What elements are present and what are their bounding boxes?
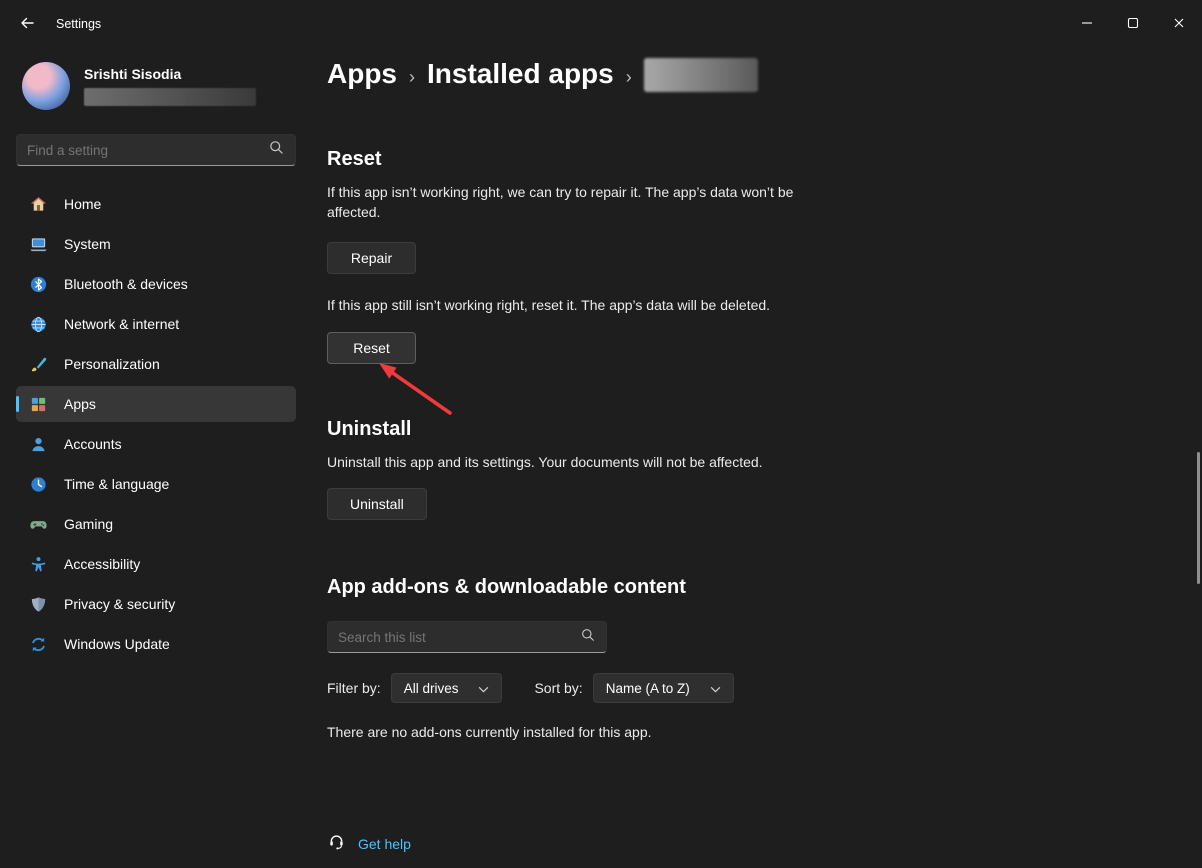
back-button[interactable]	[8, 8, 46, 40]
get-help-link[interactable]: Get help	[327, 832, 411, 856]
repair-button[interactable]: Repair	[327, 242, 416, 274]
filter-by-label: Filter by:	[327, 680, 381, 696]
minimize-icon	[1081, 17, 1093, 32]
sidebar-item-label: Network & internet	[64, 316, 179, 332]
sidebar-item-label: Accounts	[64, 436, 122, 452]
sort-dropdown-value: Name (A to Z)	[606, 681, 690, 696]
personalization-brush-icon	[28, 354, 48, 374]
clock-icon	[28, 474, 48, 494]
avatar	[22, 62, 70, 110]
gamepad-icon	[28, 514, 48, 534]
scrollbar-thumb[interactable]	[1197, 452, 1200, 584]
close-icon	[1173, 17, 1185, 32]
addons-section-heading: App add-ons & downloadable content	[327, 576, 1178, 599]
chevron-down-icon	[710, 681, 721, 696]
sidebar-item-bluetooth[interactable]: Bluetooth & devices	[16, 266, 296, 302]
sidebar-item-accounts[interactable]: Accounts	[16, 426, 296, 462]
maximize-icon	[1127, 17, 1139, 32]
breadcrumb: Apps › Installed apps ›	[327, 56, 1178, 92]
breadcrumb-installed-apps[interactable]: Installed apps	[427, 58, 614, 90]
addons-search-input[interactable]	[338, 630, 580, 645]
sidebar-item-label: System	[64, 236, 111, 252]
sidebar: Srishti Sisodia Home System Bluetooth & …	[0, 48, 312, 868]
update-arrows-icon	[28, 634, 48, 654]
search-icon	[580, 627, 596, 648]
sidebar-item-label: Home	[64, 196, 101, 212]
sidebar-item-system[interactable]: System	[16, 226, 296, 262]
titlebar: Settings	[0, 0, 1202, 48]
repair-description: If this app isn’t working right, we can …	[327, 183, 799, 222]
sidebar-item-personalization[interactable]: Personalization	[16, 346, 296, 382]
window-controls	[1064, 0, 1202, 48]
breadcrumb-separator: ›	[409, 61, 415, 88]
settings-window: Settings Srishti Sisodia	[0, 0, 1202, 868]
redacted-email	[84, 88, 256, 106]
filter-dropdown[interactable]: All drives	[391, 673, 503, 703]
sidebar-item-windows-update[interactable]: Windows Update	[16, 626, 296, 662]
sidebar-item-label: Apps	[64, 396, 96, 412]
main-content: Apps › Installed apps › Reset If this ap…	[327, 48, 1178, 868]
chevron-down-icon	[478, 681, 489, 696]
reset-description: If this app still isn’t working right, r…	[327, 296, 957, 316]
sidebar-item-label: Windows Update	[64, 636, 170, 652]
shield-icon	[28, 594, 48, 614]
get-help-headset-icon	[327, 832, 346, 856]
sidebar-item-home[interactable]: Home	[16, 186, 296, 222]
home-icon	[28, 194, 48, 214]
profile-info: Srishti Sisodia	[84, 66, 256, 106]
uninstall-description: Uninstall this app and its settings. You…	[327, 453, 957, 473]
accessibility-icon	[28, 554, 48, 574]
minimize-button[interactable]	[1064, 0, 1110, 48]
uninstall-section-heading: Uninstall	[327, 418, 1178, 441]
sidebar-item-accessibility[interactable]: Accessibility	[16, 546, 296, 582]
sidebar-item-apps[interactable]: Apps	[16, 386, 296, 422]
system-icon	[28, 234, 48, 254]
sidebar-item-privacy[interactable]: Privacy & security	[16, 586, 296, 622]
sidebar-item-label: Personalization	[64, 356, 160, 372]
reset-section-heading: Reset	[327, 148, 1178, 171]
apps-icon	[28, 394, 48, 414]
user-profile[interactable]: Srishti Sisodia	[22, 62, 296, 110]
close-button[interactable]	[1156, 0, 1202, 48]
sidebar-item-label: Time & language	[64, 476, 169, 492]
addons-search-box	[327, 621, 607, 653]
redacted-app-name	[644, 58, 758, 92]
filter-dropdown-value: All drives	[404, 681, 459, 696]
sort-dropdown[interactable]: Name (A to Z)	[593, 673, 734, 703]
search-input[interactable]	[27, 143, 268, 158]
sidebar-item-time-language[interactable]: Time & language	[16, 466, 296, 502]
get-help-label: Get help	[358, 836, 411, 852]
sidebar-item-label: Privacy & security	[64, 596, 175, 612]
filter-sort-row: Filter by: All drives Sort by: Name (A t…	[327, 673, 1178, 703]
maximize-button[interactable]	[1110, 0, 1156, 48]
sidebar-item-label: Gaming	[64, 516, 113, 532]
reset-button[interactable]: Reset	[327, 332, 416, 364]
sidebar-nav: Home System Bluetooth & devices Network …	[16, 186, 296, 662]
accounts-person-icon	[28, 434, 48, 454]
app-title: Settings	[56, 17, 101, 31]
sidebar-item-network[interactable]: Network & internet	[16, 306, 296, 342]
network-globe-icon	[28, 314, 48, 334]
back-arrow-icon	[19, 15, 35, 34]
bluetooth-icon	[28, 274, 48, 294]
uninstall-button[interactable]: Uninstall	[327, 488, 427, 520]
sidebar-item-label: Accessibility	[64, 556, 140, 572]
addons-empty-message: There are no add-ons currently installed…	[327, 723, 1178, 743]
breadcrumb-separator: ›	[626, 61, 632, 88]
search-icon	[268, 139, 285, 161]
sidebar-item-label: Bluetooth & devices	[64, 276, 188, 292]
sidebar-item-gaming[interactable]: Gaming	[16, 506, 296, 542]
settings-search-box	[16, 134, 296, 166]
sort-by-label: Sort by:	[534, 680, 582, 696]
user-name: Srishti Sisodia	[84, 66, 256, 82]
breadcrumb-apps[interactable]: Apps	[327, 58, 397, 90]
